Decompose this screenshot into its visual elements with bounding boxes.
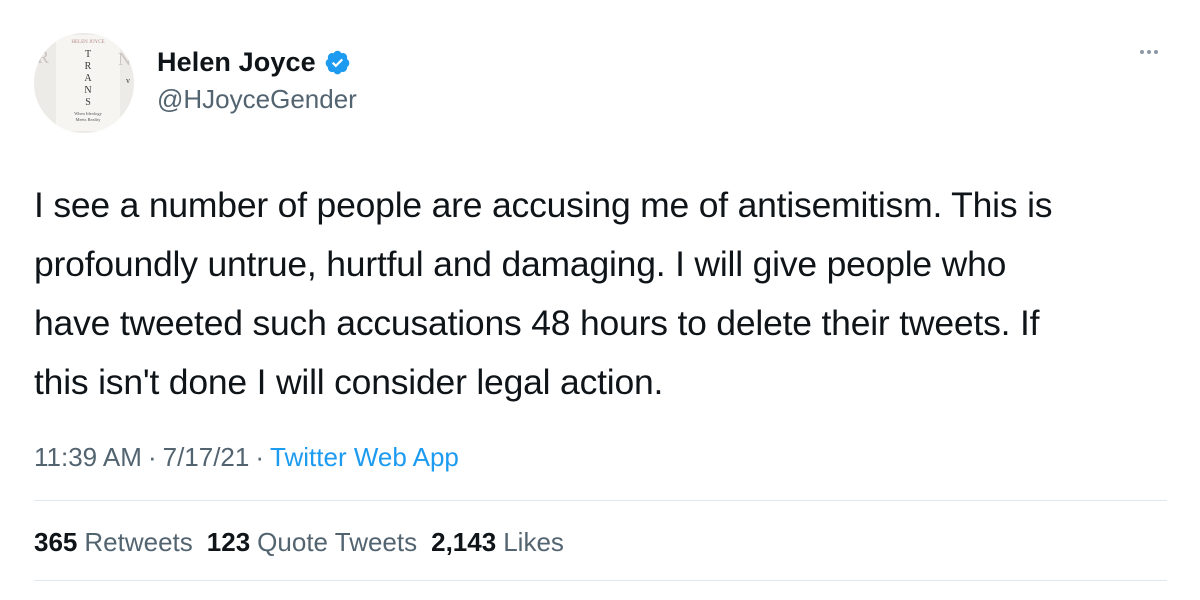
tweet-meta: 11:39 AM · 7/17/21 · Twitter Web App [34, 442, 459, 473]
quote-tweets-label: Quote Tweets [257, 527, 418, 557]
tweet-text-line: I see a number of people are accusing me… [34, 185, 1053, 225]
avatar-letter-t: T [85, 49, 91, 60]
tweet-card: HELEN JOYCE R N T R A N S When Ideology … [0, 0, 1200, 600]
avatar-cover-subtitle-2: Meets Reality [75, 117, 101, 122]
quote-tweets-stat[interactable]: 123 Quote Tweets [207, 527, 417, 558]
likes-count: 2,143 [431, 527, 497, 557]
more-options-icon[interactable] [1140, 50, 1158, 54]
retweets-stat[interactable]: 365 Retweets [34, 527, 193, 558]
divider [34, 580, 1167, 581]
meta-separator: · [255, 442, 265, 472]
divider [34, 500, 1167, 501]
avatar-letter-s: S [85, 97, 91, 108]
avatar-letter-n: N [84, 85, 91, 96]
author-handle[interactable]: @HJoyceGender [157, 84, 357, 115]
verified-badge-icon [325, 50, 349, 75]
tweet-date[interactable]: 7/17/21 [163, 442, 250, 473]
book-cover-image: HELEN JOYCE R N T R A N S When Ideology … [34, 33, 134, 133]
svg-text:v: v [126, 76, 130, 85]
tweet-text: I see a number of people are accusing me… [34, 176, 1174, 412]
quote-tweets-count: 123 [206, 527, 251, 557]
svg-text:N: N [118, 49, 131, 69]
display-name[interactable]: Helen Joyce [157, 47, 316, 78]
retweets-label: Retweets [84, 527, 193, 557]
likes-stat[interactable]: 2,143 Likes [431, 527, 564, 558]
avatar-letter-a: A [84, 73, 92, 84]
tweet-time[interactable]: 11:39 AM [34, 442, 142, 473]
svg-text:R: R [37, 47, 49, 67]
author-name-row[interactable]: Helen Joyce [157, 47, 351, 78]
avatar-letter-r: R [85, 61, 92, 72]
tweet-text-line: have tweeted such accusations 48 hours t… [34, 303, 1040, 343]
avatar-cover-author: HELEN JOYCE [71, 40, 104, 45]
avatar-cover-subtitle-1: When Ideology [74, 111, 103, 116]
likes-label: Likes [503, 527, 564, 557]
tweet-source-link[interactable]: Twitter Web App [270, 442, 459, 473]
avatar[interactable]: HELEN JOYCE R N T R A N S When Ideology … [34, 33, 134, 133]
tweet-text-line: this isn't done I will consider legal ac… [34, 362, 664, 402]
meta-separator: · [147, 442, 157, 472]
retweets-count: 365 [34, 527, 78, 557]
tweet-text-line: profoundly untrue, hurtful and damaging.… [34, 244, 1007, 284]
tweet-stats: 365 Retweets 123 Quote Tweets 2,143 Like… [34, 527, 564, 558]
